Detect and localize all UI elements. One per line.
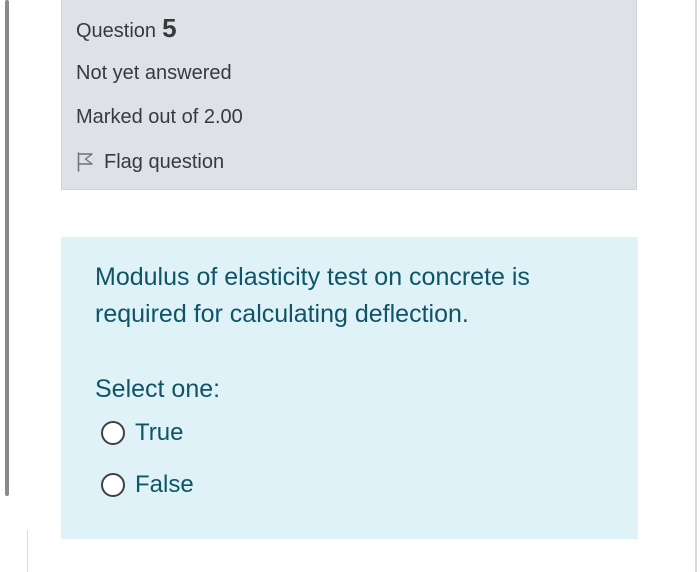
answer-option-true-label[interactable]: True (135, 418, 183, 448)
question-info-panel: Question 5 Not yet answered Marked out of… (61, 0, 637, 190)
answer-status: Not yet answered (76, 62, 232, 84)
answer-option-false[interactable]: False (101, 470, 194, 500)
quiz-page: Question 5 Not yet answered Marked out of… (0, 0, 700, 572)
page-left-divider (27, 530, 28, 572)
answer-prompt: Select one: (95, 375, 221, 403)
flag-question-button[interactable]: Flag question (76, 149, 224, 175)
radio-button-true[interactable] (101, 421, 125, 445)
question-label: Question (76, 20, 157, 42)
flag-question-label: Flag question (104, 151, 225, 173)
radio-button-false[interactable] (101, 473, 125, 497)
answer-option-false-label[interactable]: False (135, 470, 194, 500)
question-grade: Marked out of 2.00 (76, 106, 243, 128)
scrollbar[interactable] (5, 0, 9, 496)
question-text: Modulus of elasticity test on concrete i… (95, 263, 530, 328)
question-number: 5 (162, 13, 177, 43)
question-number-heading: Question 5 (76, 14, 177, 45)
flag-outline-icon (77, 152, 93, 172)
question-content-panel: Modulus of elasticity test on concrete i… (61, 237, 638, 539)
answer-option-true[interactable]: True (101, 418, 183, 448)
page-right-divider (695, 0, 697, 572)
